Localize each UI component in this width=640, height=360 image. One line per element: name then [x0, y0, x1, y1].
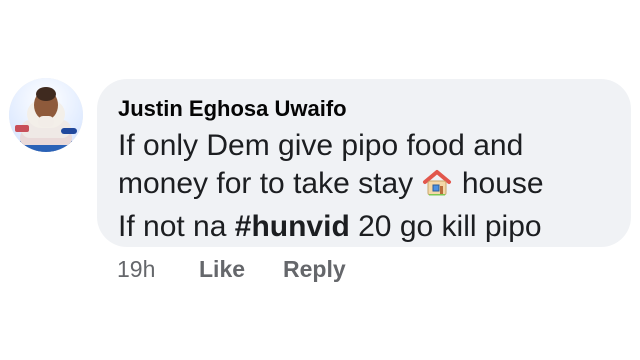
comment-bubble: Justin Eghosa Uwaifo If only Dem give pi… — [97, 79, 631, 247]
comment-line-2: money for to take stay house — [118, 165, 623, 208]
comment-text: If only Dem give pipo food and money for… — [118, 127, 623, 246]
reply-button[interactable]: Reply — [283, 254, 346, 284]
like-button[interactable]: Like — [199, 254, 245, 284]
hashtag-link[interactable]: #hunvid — [235, 210, 350, 243]
comment-line-3: If not na #hunvid 20 go kill pipo — [118, 208, 623, 246]
profile-avatar[interactable] — [9, 78, 83, 152]
comment-line-2-trailing-text: house — [461, 167, 544, 200]
comment-line-1: If only Dem give pipo food and — [118, 127, 623, 165]
avatar-image — [9, 78, 83, 152]
comment-line-1-text: If only Dem give pipo food and — [118, 129, 524, 162]
comment-author-name[interactable]: Justin Eghosa Uwaifo — [118, 96, 347, 122]
house-icon — [422, 168, 452, 208]
comment-line-3-suffix: 20 go kill pipo — [358, 210, 542, 243]
comment-card: Justin Eghosa Uwaifo If only Dem give pi… — [0, 0, 640, 360]
comment-line-2-text: money for to take stay — [118, 167, 414, 200]
comment-timestamp[interactable]: 19h — [117, 254, 155, 284]
comment-line-3-prefix: If not na — [118, 210, 227, 243]
